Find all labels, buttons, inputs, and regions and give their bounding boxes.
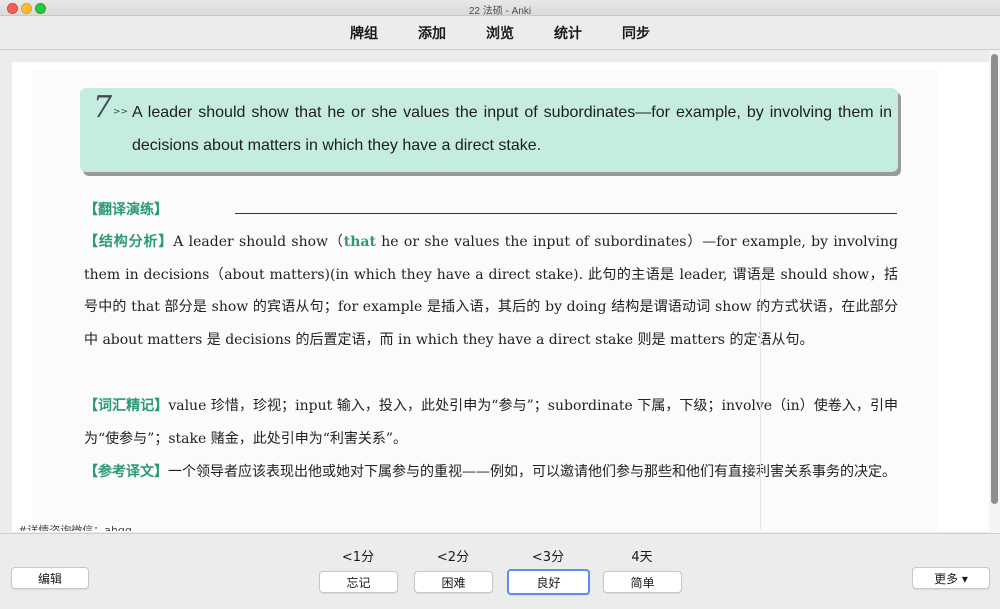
card-content-area: 7 >> A leader should show that he or she… <box>12 62 989 532</box>
interval-easy: 4天 <box>631 550 653 565</box>
toolbar-stats[interactable]: 统计 <box>550 20 586 46</box>
structure-paragraph: 【结构分析】A leader should show（that he or sh… <box>84 226 898 356</box>
answer-bar: 编辑 <1分 <2分 <3分 4天 忘记 困难 良好 简单 更多 ▾ <box>0 533 1000 609</box>
page-fold-line <box>760 270 761 530</box>
title-bar: 22 法硕 - Anki <box>0 0 1000 17</box>
content-scrollbar[interactable] <box>989 50 1000 533</box>
reference-text: 一个领导者应该表现出他或她对下属参与的重视——例如，可以邀请他们参与那些和他们有… <box>168 464 896 480</box>
vocab-paragraph: 【词汇精记】value 珍惜，珍视；input 输入，投入，此处引申为“参与”；… <box>84 390 898 455</box>
window-title: 22 法硕 - Anki <box>468 6 532 17</box>
question-text: A leader should show that he or she valu… <box>132 104 892 154</box>
toolbar-decks[interactable]: 牌组 <box>346 20 382 46</box>
translate-tag: 【翻译演练】 <box>84 202 168 218</box>
toolbar-sync[interactable]: 同步 <box>618 20 654 46</box>
more-button[interactable]: 更多 ▾ <box>912 567 990 589</box>
question-number-arrows: >> <box>113 107 129 117</box>
hard-button[interactable]: 困难 <box>414 571 493 593</box>
reference-paragraph: 【参考译文】一个领导者应该表现出他或她对下属参与的重视——例如，可以邀请他们参与… <box>84 456 898 489</box>
question-number: 7 <box>93 90 113 125</box>
anki-window: 22 法硕 - Anki 牌组 添加 浏览 统计 同步 7 >> A leade… <box>0 0 1000 609</box>
interval-again: <1分 <box>341 550 375 565</box>
structure-lead: A leader should show（ <box>173 234 344 250</box>
good-button[interactable]: 良好 <box>507 569 590 595</box>
structure-rest: he or she values the input of subordinat… <box>84 234 898 348</box>
scrollbar-thumb[interactable] <box>991 54 998 504</box>
edit-button[interactable]: 编辑 <box>11 567 89 589</box>
again-button[interactable]: 忘记 <box>319 571 398 593</box>
card-footer-tag: #详情咨询微信：ahqq <box>18 524 132 531</box>
card-scan-image: 7 >> A leader should show that he or she… <box>32 70 937 532</box>
vocab-tag: 【词汇精记】 <box>84 398 169 414</box>
easy-button[interactable]: 简单 <box>603 571 682 593</box>
structure-tag: 【结构分析】 <box>84 234 174 250</box>
question-box: 7 >> A leader should show that he or she… <box>80 88 898 172</box>
interval-good: <3分 <box>531 550 565 565</box>
toolbar-add[interactable]: 添加 <box>414 20 450 46</box>
vocab-text: value 珍惜，珍视；input 输入，投入，此处引申为“参与”；subord… <box>84 398 899 447</box>
translate-section: 【翻译演练】 <box>84 194 168 226</box>
interval-hard: <2分 <box>436 550 470 565</box>
translate-blank-line <box>235 213 897 214</box>
reference-tag: 【参考译文】 <box>84 464 168 480</box>
structure-that: that <box>343 234 376 250</box>
toolbar-browse[interactable]: 浏览 <box>482 20 518 46</box>
main-toolbar: 牌组 添加 浏览 统计 同步 <box>0 16 1000 50</box>
